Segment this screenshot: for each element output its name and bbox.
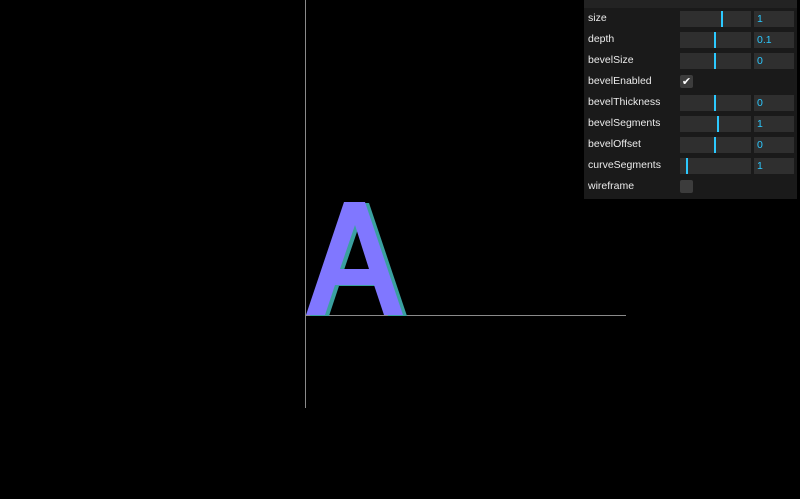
- slider-handle[interactable]: [714, 53, 716, 69]
- control-label: wireframe: [588, 180, 635, 192]
- debug-gui-panel: size 1 depth 0.1 bevelSize 0 bevelEnable…: [584, 0, 797, 199]
- control-label: depth: [588, 33, 615, 45]
- slider-handle[interactable]: [686, 158, 688, 174]
- control-beveloffset: bevelOffset 0: [584, 134, 797, 155]
- beveloffset-slider[interactable]: [680, 137, 751, 153]
- control-depth: depth 0.1: [584, 29, 797, 50]
- control-label: bevelSize: [588, 54, 634, 66]
- slider-handle[interactable]: [714, 137, 716, 153]
- bevelenabled-checkbox[interactable]: ✔: [680, 75, 693, 88]
- beveloffset-input[interactable]: 0: [754, 137, 794, 153]
- bevelsegments-input[interactable]: 1: [754, 116, 794, 132]
- control-bevelsize: bevelSize 0: [584, 50, 797, 71]
- depth-slider[interactable]: [680, 32, 751, 48]
- wireframe-checkbox[interactable]: [680, 180, 693, 193]
- size-slider[interactable]: [680, 11, 751, 27]
- slider-handle[interactable]: [717, 116, 719, 132]
- gui-title-bar[interactable]: [584, 0, 797, 8]
- checkmark-icon: ✔: [681, 75, 692, 88]
- control-curvesegments: curveSegments 1: [584, 155, 797, 176]
- control-label: bevelSegments: [588, 117, 661, 129]
- size-input[interactable]: 1: [754, 11, 794, 27]
- control-label: bevelEnabled: [588, 75, 652, 87]
- control-label: curveSegments: [588, 159, 661, 171]
- curvesegments-input[interactable]: 1: [754, 158, 794, 174]
- bevelthickness-slider[interactable]: [680, 95, 751, 111]
- depth-input[interactable]: 0.1: [754, 32, 794, 48]
- control-label: bevelThickness: [588, 96, 661, 108]
- control-bevelenabled: bevelEnabled ✔: [584, 71, 797, 92]
- control-label: size: [588, 12, 607, 24]
- slider-handle[interactable]: [714, 95, 716, 111]
- bevelsize-slider[interactable]: [680, 53, 751, 69]
- glyph-face: [306, 202, 403, 315]
- control-bevelthickness: bevelThickness 0: [584, 92, 797, 113]
- control-wireframe: wireframe: [584, 176, 797, 197]
- slider-handle[interactable]: [721, 11, 723, 27]
- control-bevelsegments: bevelSegments 1: [584, 113, 797, 134]
- curvesegments-slider[interactable]: [680, 158, 751, 174]
- text-geometry-glyph: [306, 202, 407, 316]
- bevelthickness-input[interactable]: 0: [754, 95, 794, 111]
- bevelsegments-slider[interactable]: [680, 116, 751, 132]
- bevelsize-input[interactable]: 0: [754, 53, 794, 69]
- slider-handle[interactable]: [714, 32, 716, 48]
- control-size: size 1: [584, 8, 797, 29]
- control-label: bevelOffset: [588, 138, 641, 150]
